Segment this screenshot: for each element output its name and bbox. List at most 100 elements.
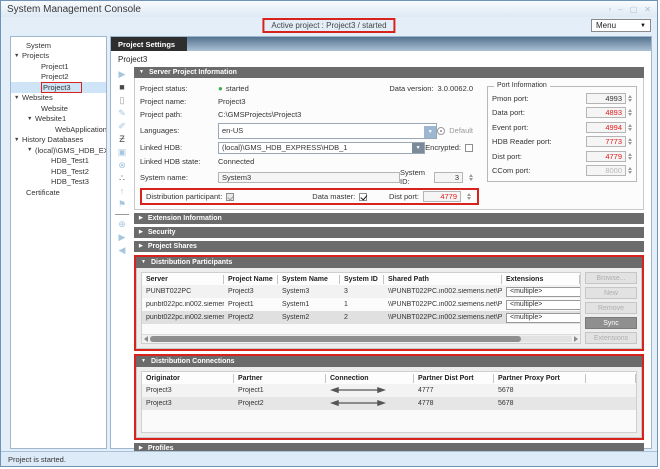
- sidebar-item-history-databases[interactable]: ▼History Databases: [11, 135, 106, 146]
- menu-dropdown[interactable]: Menu ▼: [591, 19, 651, 32]
- chevron-expanded-icon[interactable]: ▼: [11, 53, 22, 59]
- active-project-label: Active project : Project3 / started: [262, 18, 395, 33]
- back-icon[interactable]: ◀: [115, 245, 129, 256]
- sidebar-item-hdb-test3[interactable]: HDB_Test3: [11, 177, 106, 188]
- chevron-expanded-icon: ▼: [139, 70, 144, 75]
- chevron-expanded-icon[interactable]: ▼: [11, 95, 22, 101]
- spinner[interactable]: [467, 193, 471, 200]
- section-header-distribution-participants[interactable]: ▼ Distribution Participants: [136, 257, 642, 268]
- table-row[interactable]: Project3 Project2 4778 5678: [142, 397, 636, 410]
- chevron-down-icon[interactable]: ▼: [412, 143, 424, 153]
- sidebar-item-website1[interactable]: ▼Website1: [11, 114, 106, 125]
- sidebar-item-hdb-test2[interactable]: HDB_Test2: [11, 166, 106, 177]
- data-master-checkbox[interactable]: [359, 193, 367, 201]
- scroll-right-icon[interactable]: [574, 336, 578, 342]
- system-name-input[interactable]: System3: [218, 172, 400, 183]
- pin-icon[interactable]: ⚑: [115, 199, 129, 210]
- close-button[interactable]: ✕: [644, 5, 651, 14]
- linked-hdb-state-label: Linked HDB state:: [140, 157, 218, 166]
- dist-port-input[interactable]: 4779: [423, 191, 461, 202]
- sidebar-item-hdb-test1[interactable]: HDB_Test1: [11, 156, 106, 167]
- save-icon[interactable]: ▣: [115, 147, 129, 158]
- maximize-button[interactable]: ▢: [630, 5, 638, 14]
- forward-icon[interactable]: ▶: [115, 232, 129, 243]
- close-project-icon[interactable]: ⊗: [115, 160, 129, 171]
- sidebar-item-project3[interactable]: Project3: [11, 82, 106, 93]
- sidebar-item-webapplication1[interactable]: WebApplication1: [11, 124, 106, 135]
- linked-hdb-combo[interactable]: (local)\GMS_HDB_EXPRESS\HDB_1 ▼: [218, 142, 425, 154]
- default-radio[interactable]: [437, 127, 445, 135]
- extensions-combo[interactable]: <multiple>: [506, 300, 580, 310]
- sidebar-item-projects[interactable]: ▼Projects: [11, 51, 106, 62]
- dist-port-label: Dist port:: [389, 192, 419, 201]
- extensions-button[interactable]: Extensions: [585, 332, 637, 344]
- dist-port-group-input[interactable]: 4779: [586, 151, 626, 162]
- tab-project-settings[interactable]: Project Settings: [111, 37, 187, 51]
- section-header-project-shares[interactable]: ▶ Project Shares: [134, 241, 644, 252]
- project-name-label: Project name:: [140, 97, 218, 106]
- sidebar-item-certificate[interactable]: Certificate: [11, 187, 106, 198]
- add-icon[interactable]: ⊕: [115, 219, 129, 230]
- extensions-combo[interactable]: <multiple>: [506, 313, 580, 323]
- app-window: System Management Console ▫ – ▢ ✕ Active…: [0, 0, 658, 467]
- spinner[interactable]: [469, 174, 473, 181]
- spinner[interactable]: [628, 95, 632, 102]
- distribution-icon[interactable]: ∴: [115, 173, 129, 184]
- table-row[interactable]: punbt022pc.in002.siemer Project1 System1…: [142, 298, 580, 311]
- sidebar-item-websites[interactable]: ▼Websites: [11, 93, 106, 104]
- document-icon[interactable]: ▯: [115, 95, 129, 106]
- chevron-expanded-icon[interactable]: ▼: [11, 137, 22, 143]
- spinner[interactable]: [628, 138, 632, 145]
- sidebar-item-website[interactable]: Website: [11, 103, 106, 114]
- project-path-label: Project path:: [140, 110, 218, 119]
- section-server-project-information: ▼ Server Project Information Project sta…: [134, 67, 644, 210]
- compress-icon[interactable]: Ƶ: [115, 134, 129, 145]
- minimize-button[interactable]: –: [618, 5, 622, 14]
- languages-listbox[interactable]: en-US ▼: [218, 123, 437, 139]
- spinner[interactable]: [628, 167, 632, 174]
- spinner[interactable]: [628, 124, 632, 131]
- scroll-left-icon[interactable]: [144, 336, 148, 342]
- table-row[interactable]: punbt022pc.in002.siemer Project2 System2…: [142, 311, 580, 324]
- sidebar-item-system[interactable]: System: [11, 40, 106, 51]
- project-toolbar: ▶ ■ ▯ ✎ ✐ Ƶ ▣ ⊗ ∴ ↑ ⚑ ⊕ ▶ ◀: [111, 66, 133, 448]
- chevron-expanded-icon[interactable]: ▼: [24, 116, 35, 122]
- annotate-icon[interactable]: ✐: [115, 121, 129, 132]
- section-header-security[interactable]: ▶ Security: [134, 227, 644, 238]
- extensions-combo[interactable]: <multiple>: [506, 287, 580, 297]
- browse-button[interactable]: Browse...: [585, 272, 637, 284]
- section-header-server-project-information[interactable]: ▼ Server Project Information: [134, 67, 644, 78]
- system-id-label: System ID:: [400, 168, 430, 186]
- horizontal-scrollbar[interactable]: [142, 334, 580, 343]
- sidebar-item-gms-hdb-express[interactable]: ▼(local)\GMS_HDB_EXPRESS: [11, 145, 106, 156]
- remove-button[interactable]: Remove: [585, 302, 637, 314]
- edit-icon[interactable]: ✎: [115, 108, 129, 119]
- stop-icon[interactable]: ■: [115, 82, 129, 93]
- data-port-input[interactable]: 4893: [586, 107, 626, 118]
- participants-buttons: Browse... New Remove Sync Extensions: [585, 272, 637, 344]
- section-header-distribution-connections[interactable]: ▼ Distribution Connections: [136, 356, 642, 367]
- table-row[interactable]: PUNBT022PC Project3 System3 3 \\PUNBT022…: [142, 285, 580, 298]
- pmon-port-input[interactable]: 4993: [586, 93, 626, 104]
- event-port-input[interactable]: 4994: [586, 122, 626, 133]
- tab-strip: Project Settings: [111, 37, 651, 51]
- hdb-reader-port-input[interactable]: 7773: [586, 136, 626, 147]
- play-icon[interactable]: ▶: [115, 69, 129, 80]
- sync-button[interactable]: Sync: [585, 317, 637, 329]
- new-button[interactable]: New: [585, 287, 637, 299]
- ccom-port-input[interactable]: 8000: [586, 165, 626, 176]
- chevron-collapsed-icon: ▶: [139, 216, 143, 221]
- scrollbar-thumb[interactable]: [150, 336, 521, 342]
- spinner[interactable]: [628, 109, 632, 116]
- sidebar-item-project2[interactable]: Project2: [11, 72, 106, 83]
- chevron-down-icon[interactable]: ▼: [424, 126, 436, 138]
- section-header-extension-information[interactable]: ▶ Extension Information: [134, 213, 644, 224]
- sidebar-item-project1[interactable]: Project1: [11, 61, 106, 72]
- upload-icon[interactable]: ↑: [115, 186, 129, 197]
- distribution-participant-checkbox[interactable]: [226, 193, 234, 201]
- table-row[interactable]: Project3 Project1 4777 5678: [142, 384, 636, 397]
- spinner[interactable]: [628, 153, 632, 160]
- chevron-expanded-icon[interactable]: ▼: [24, 147, 35, 153]
- encrypted-checkbox[interactable]: [465, 144, 473, 152]
- system-id-input[interactable]: 3: [434, 172, 463, 183]
